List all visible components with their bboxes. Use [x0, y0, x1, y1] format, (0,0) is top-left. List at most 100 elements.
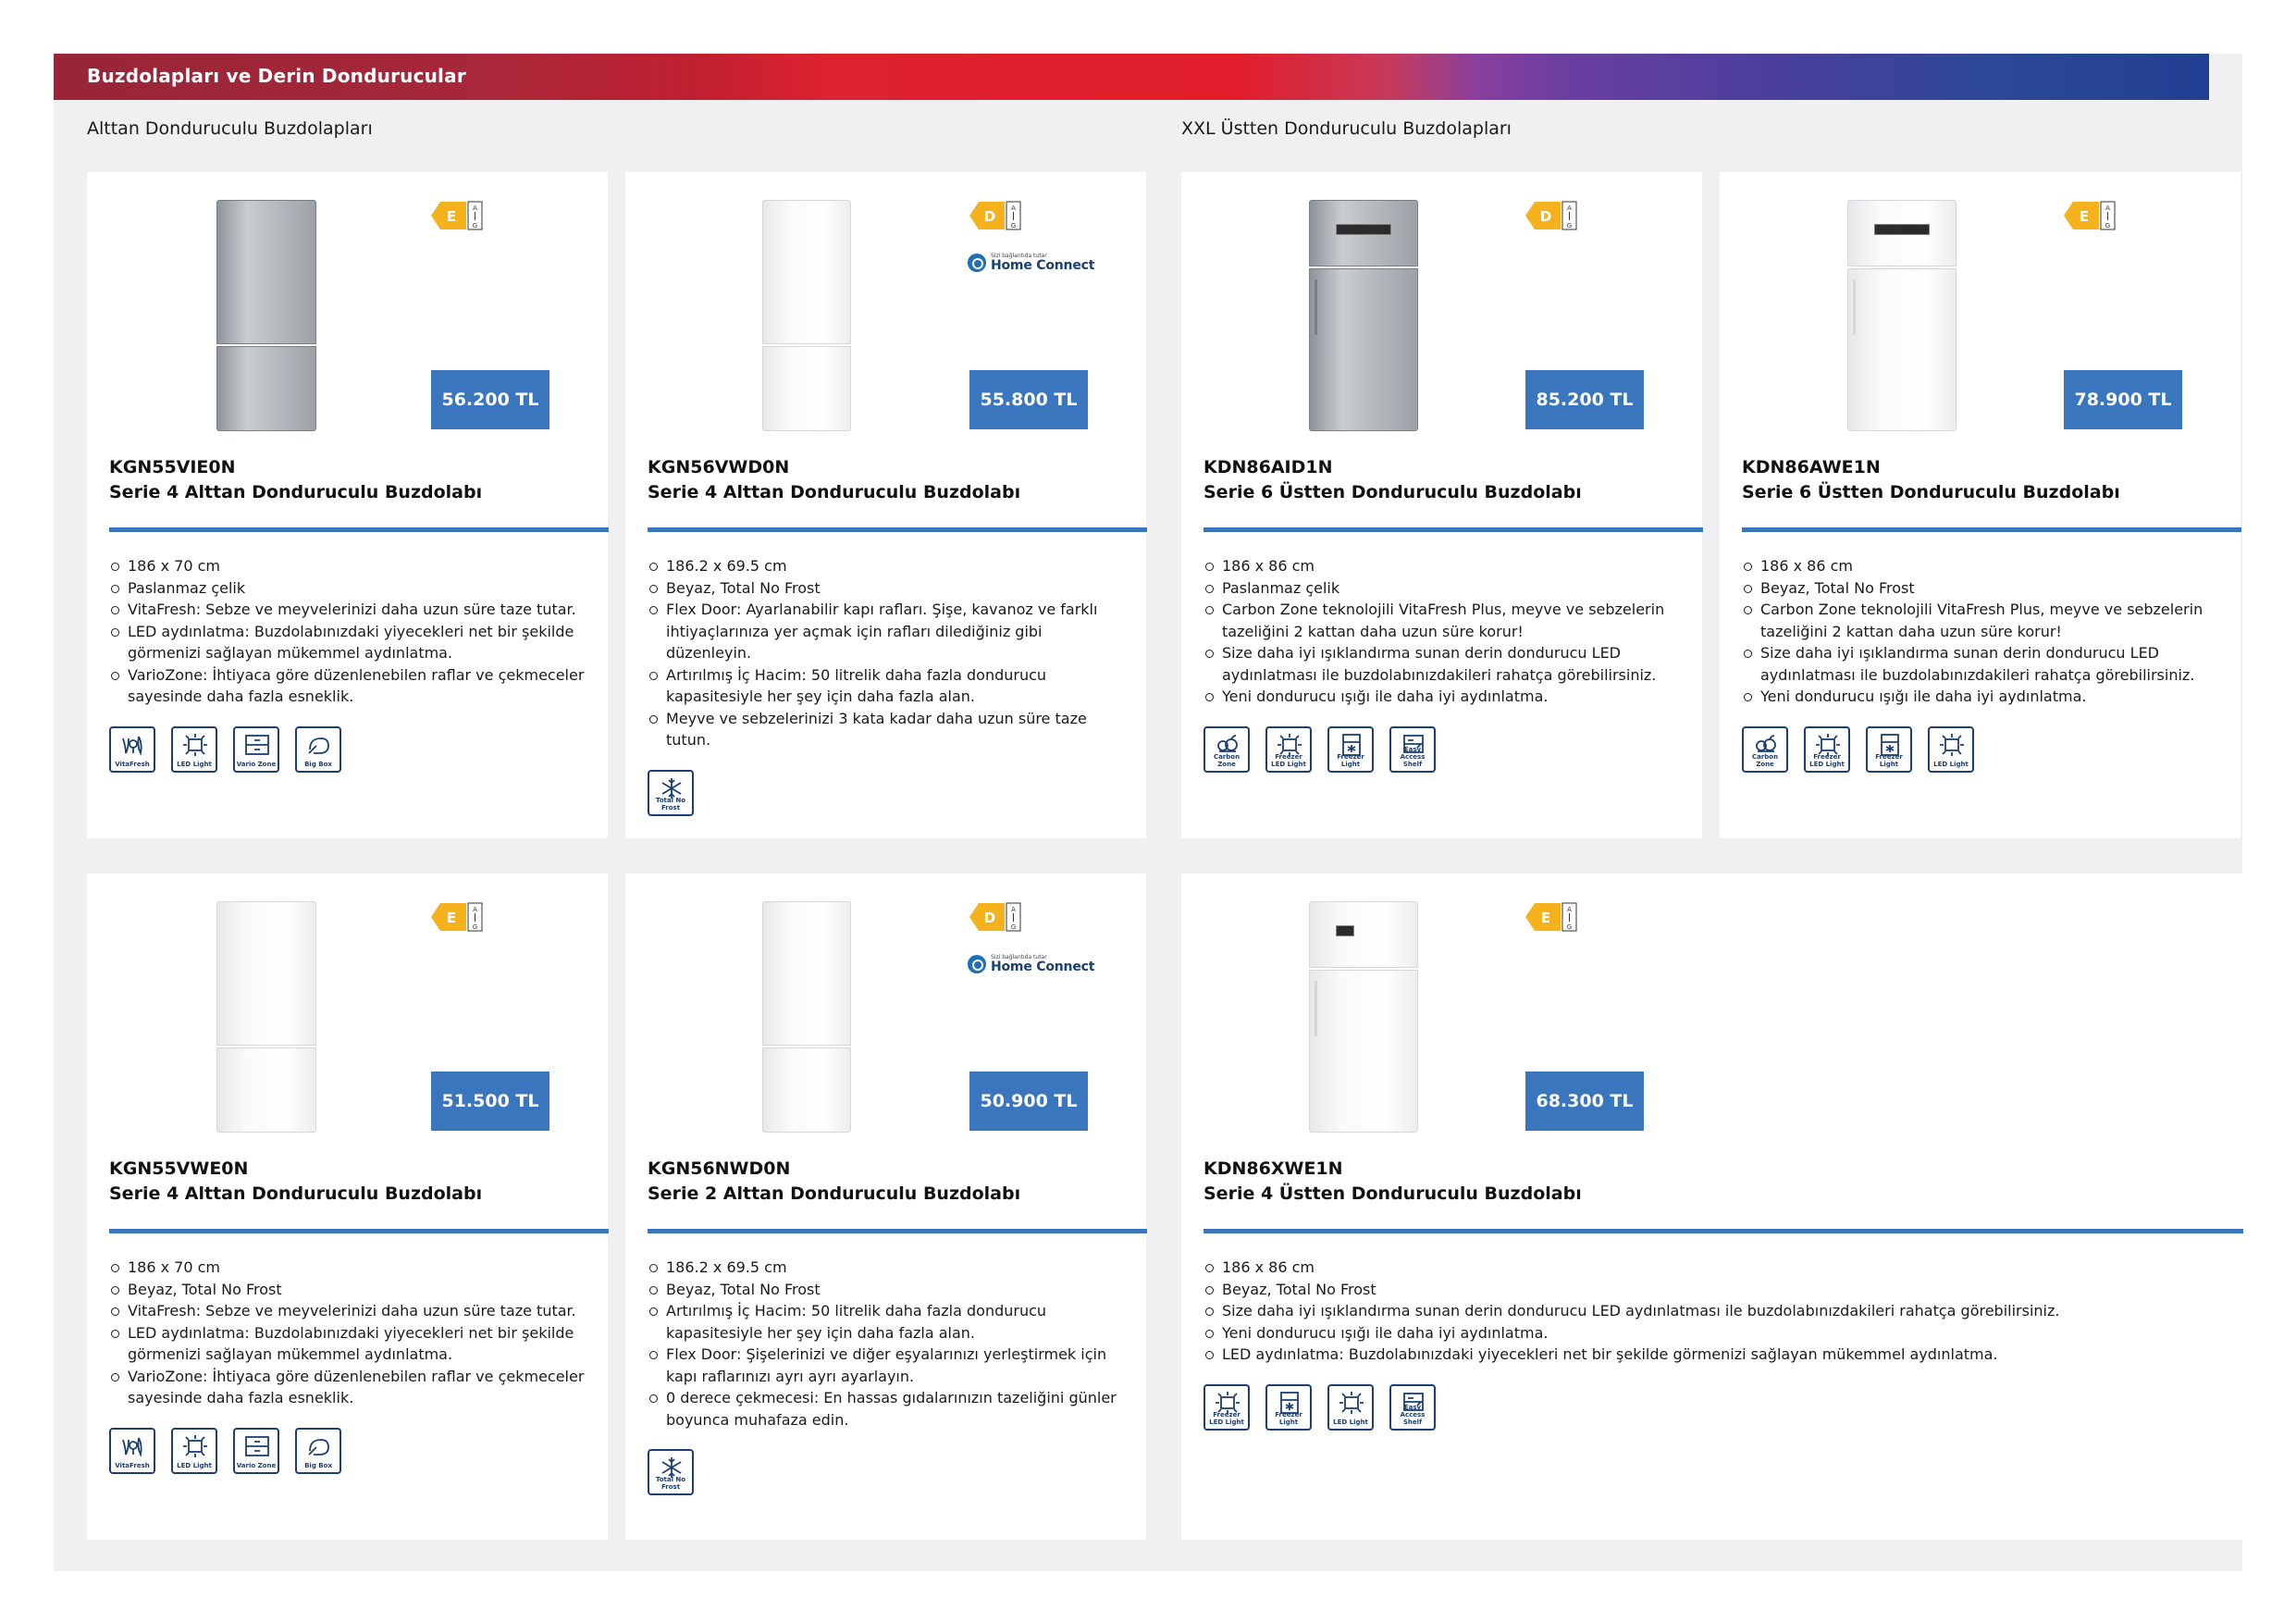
feature-item: Carbon Zone teknolojili VitaFresh Plus, … — [1742, 599, 2219, 642]
feature-item: Beyaz, Total No Frost — [109, 1279, 586, 1301]
product-title[interactable]: Serie 4 Alttan Donduruculu Buzdolabı — [109, 482, 482, 502]
vario-zone-icon: Vario Zone — [233, 726, 279, 773]
feature-list: 186 x 86 cm Paslanmaz çelik Carbon Zone te… — [1204, 555, 1681, 708]
product-title[interactable]: Serie 4 Üstten Donduruculu Buzdolabı — [1204, 1183, 1582, 1204]
title-divider — [109, 527, 609, 532]
product-model[interactable]: KGN55VWE0N — [109, 1158, 248, 1179]
feature-icon-label: Vario Zone — [236, 761, 277, 768]
carbon-zone-icon: Carbon Zone — [1742, 726, 1788, 773]
feature-icons: Total No Frost — [648, 770, 694, 816]
feature-item: Yeni dondurucu ışığı ile daha iyi aydınl… — [1204, 686, 1681, 708]
product-image — [216, 200, 316, 431]
svg-text:G: G — [1011, 222, 1016, 229]
feature-icon-label: Big Box — [304, 761, 332, 768]
feature-item: VitaFresh: Sebze ve meyvelerinizi daha u… — [109, 599, 586, 621]
big-box-icon: Big Box — [295, 726, 341, 773]
feature-item: Artırılmış İç Hacim: 50 litrelik daha fa… — [648, 1300, 1125, 1344]
product-model[interactable]: KGN56VWD0N — [648, 457, 789, 477]
feature-list: 186 x 86 cm Beyaz, Total No Frost Size dah… — [1204, 1257, 2240, 1366]
svg-text:A: A — [1011, 204, 1016, 212]
feature-item: Artırılmış İç Hacim: 50 litrelik daha fa… — [648, 664, 1125, 708]
energy-label-icon: D A G — [969, 200, 1021, 231]
product-model[interactable]: KGN55VIE0N — [109, 457, 236, 477]
easy-access-shelf-icon: Easy Access Shelf — [1389, 726, 1436, 773]
svg-text:A: A — [1567, 906, 1572, 913]
product-title[interactable]: Serie 2 Alttan Donduruculu Buzdolabı — [648, 1183, 1020, 1204]
feature-item: Beyaz, Total No Frost — [1742, 577, 2219, 600]
product-image — [1309, 200, 1418, 431]
svg-text:G: G — [473, 222, 477, 229]
product-model[interactable]: KGN56NWD0N — [648, 1158, 790, 1179]
svg-text:E: E — [447, 208, 456, 225]
svg-text:G: G — [1567, 923, 1572, 931]
product-card[interactable]: D A G Sizi bağlantıda tutar Home Connect… — [625, 172, 1147, 838]
feature-item: Flex Door: Ayarlanabilir kapı rafları. Ş… — [648, 599, 1125, 664]
total-no-frost-icon: Total No Frost — [648, 770, 694, 816]
feature-icon-label: LED Light — [1333, 1419, 1368, 1426]
svg-text:E: E — [2080, 208, 2089, 225]
vitafresh-icon: VitaFresh — [109, 1428, 155, 1474]
led-light-icon: LED Light — [1327, 1384, 1374, 1431]
feature-item: VitaFresh: Sebze ve meyvelerinizi daha u… — [109, 1300, 586, 1322]
title-divider — [1204, 527, 1703, 532]
product-title[interactable]: Serie 6 Üstten Donduruculu Buzdolabı — [1742, 482, 2120, 502]
energy-label-icon: E A G — [431, 200, 483, 231]
feature-list: 186 x 70 cm Beyaz, Total No Frost VitaFres… — [109, 1257, 586, 1409]
product-card[interactable]: E A G 51.500 TL KGN55VWE0N Serie 4 Alttan … — [87, 873, 609, 1540]
feature-item: Yeni dondurucu ışığı ile daha iyi aydınl… — [1204, 1322, 2240, 1344]
svg-text:A: A — [473, 204, 477, 212]
feature-item: Beyaz, Total No Frost — [1204, 1279, 2240, 1301]
product-image — [216, 901, 316, 1133]
svg-text:D: D — [1540, 208, 1551, 225]
product-card[interactable]: D A G Sizi bağlantıda tutar Home Connect… — [625, 873, 1147, 1540]
feature-item: VarioZone: İhtiyaca göre düzenlenebilen … — [109, 1366, 586, 1409]
led-light-icon: LED Light — [171, 726, 217, 773]
feature-item: Paslanmaz çelik — [109, 577, 586, 600]
header-bar: Buzdolapları ve Derin Dondurucular — [54, 54, 2209, 100]
title-divider — [1742, 527, 2241, 532]
product-image — [1847, 200, 1957, 431]
product-image — [1309, 901, 1418, 1133]
price-tag: 68.300 TL — [1525, 1072, 1644, 1131]
big-box-icon: Big Box — [295, 1428, 341, 1474]
home-connect-icon — [968, 254, 986, 272]
led-light-icon: LED Light — [171, 1428, 217, 1474]
product-card[interactable]: E A G 68.300 TL KDN86XWE1N Serie 4 Üstten … — [1181, 873, 2243, 1540]
svg-text:G: G — [1011, 923, 1016, 931]
carbon-zone-icon: Carbon Zone — [1204, 726, 1250, 773]
product-image — [762, 200, 851, 431]
energy-label-icon: E A G — [2064, 200, 2116, 231]
freezer-light-icon: Freezer Light — [1866, 726, 1912, 773]
product-title[interactable]: Serie 4 Alttan Donduruculu Buzdolabı — [648, 482, 1020, 502]
product-card[interactable]: E A G 78.900 TL KDN86AWE1N Serie 6 Üstten … — [1720, 172, 2241, 838]
svg-text:A: A — [1011, 906, 1016, 913]
product-card[interactable]: E A G 56.200 TL KGN55VIE0N Serie 4 Alttan … — [87, 172, 609, 838]
product-card[interactable]: D A G 85.200 TL KDN86AID1N Serie 6 Üstten … — [1181, 172, 1703, 838]
product-title[interactable]: Serie 6 Üstten Donduruculu Buzdolabı — [1204, 482, 1582, 502]
feature-icon-label: VitaFresh — [115, 761, 150, 768]
price-tag: 78.900 TL — [2064, 370, 2182, 429]
svg-text:E: E — [1541, 910, 1550, 926]
svg-text:A: A — [2105, 204, 2110, 212]
freezer-light-icon: Freezer Light — [1327, 726, 1374, 773]
energy-label-icon: D A G — [969, 901, 1021, 933]
feature-item: 186.2 x 69.5 cm — [648, 1257, 1125, 1279]
feature-item: LED aydınlatma: Buzdolabınızdaki yiyecek… — [109, 621, 586, 664]
feature-item: Meyve ve sebzelerinizi 3 kata kadar daha… — [648, 708, 1125, 751]
feature-icons: Total No Frost — [648, 1449, 694, 1495]
product-model[interactable]: KDN86AWE1N — [1742, 457, 1881, 477]
home-connect-text: Home Connect — [991, 960, 1095, 974]
product-model[interactable]: KDN86AID1N — [1204, 457, 1333, 477]
title-divider — [1204, 1229, 2243, 1233]
feature-item: 186 x 86 cm — [1204, 555, 1681, 577]
price-tag: 56.200 TL — [431, 370, 549, 429]
feature-icons: VitaFresh LED Light Vario Zone Big Box — [109, 726, 341, 773]
energy-label-icon: D A G — [1525, 200, 1577, 231]
product-model[interactable]: KDN86XWE1N — [1204, 1158, 1343, 1179]
title-divider — [648, 1229, 1147, 1233]
freezer-led-light-icon: Freezer LED Light — [1265, 726, 1312, 773]
feature-item: Flex Door: Şişelerinizi ve diğer eşyalar… — [648, 1344, 1125, 1387]
product-title[interactable]: Serie 4 Alttan Donduruculu Buzdolabı — [109, 1183, 482, 1204]
section-label-bottom-freezer: Alttan Donduruculu Buzdolapları — [87, 118, 373, 139]
vitafresh-icon: VitaFresh — [109, 726, 155, 773]
